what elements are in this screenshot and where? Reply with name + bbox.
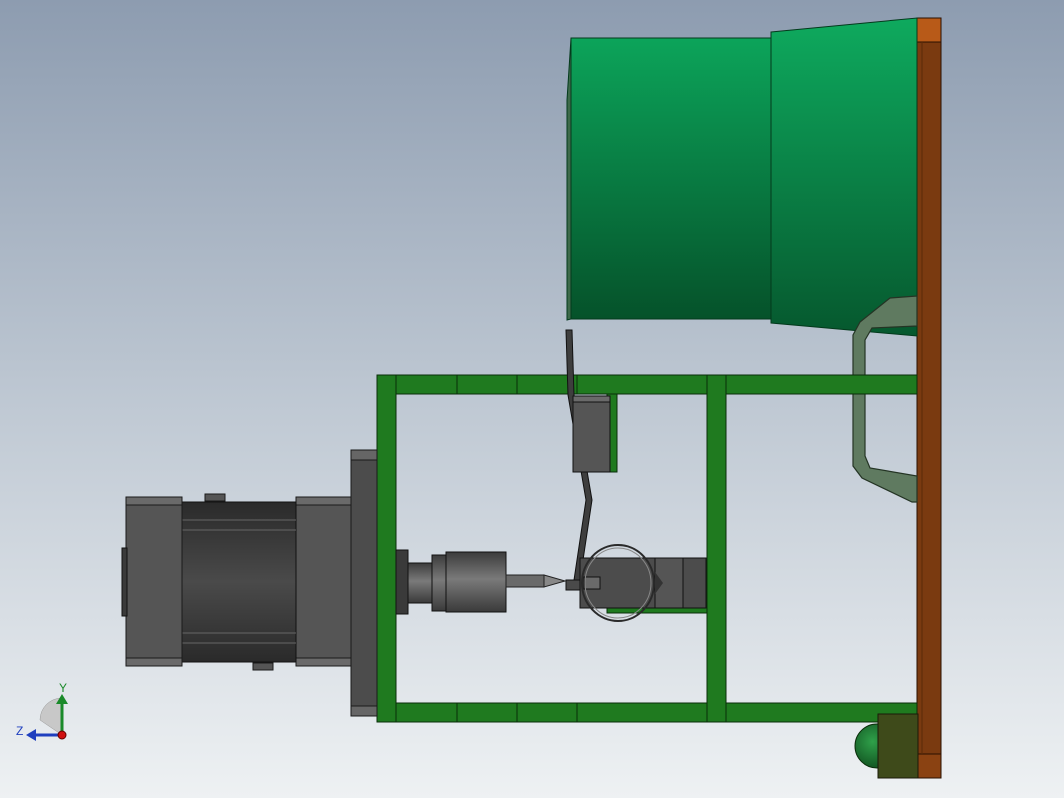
cad-canvas: Y Z: [0, 0, 1064, 798]
z-axis-label: Z: [16, 724, 23, 738]
x-axis-dot: [57, 730, 67, 740]
conical-drum[interactable]: [566, 17, 918, 337]
cad-viewport[interactable]: Y Z: [0, 0, 1064, 798]
mounting-plate[interactable]: [916, 17, 942, 779]
y-axis-label: Y: [59, 681, 67, 695]
